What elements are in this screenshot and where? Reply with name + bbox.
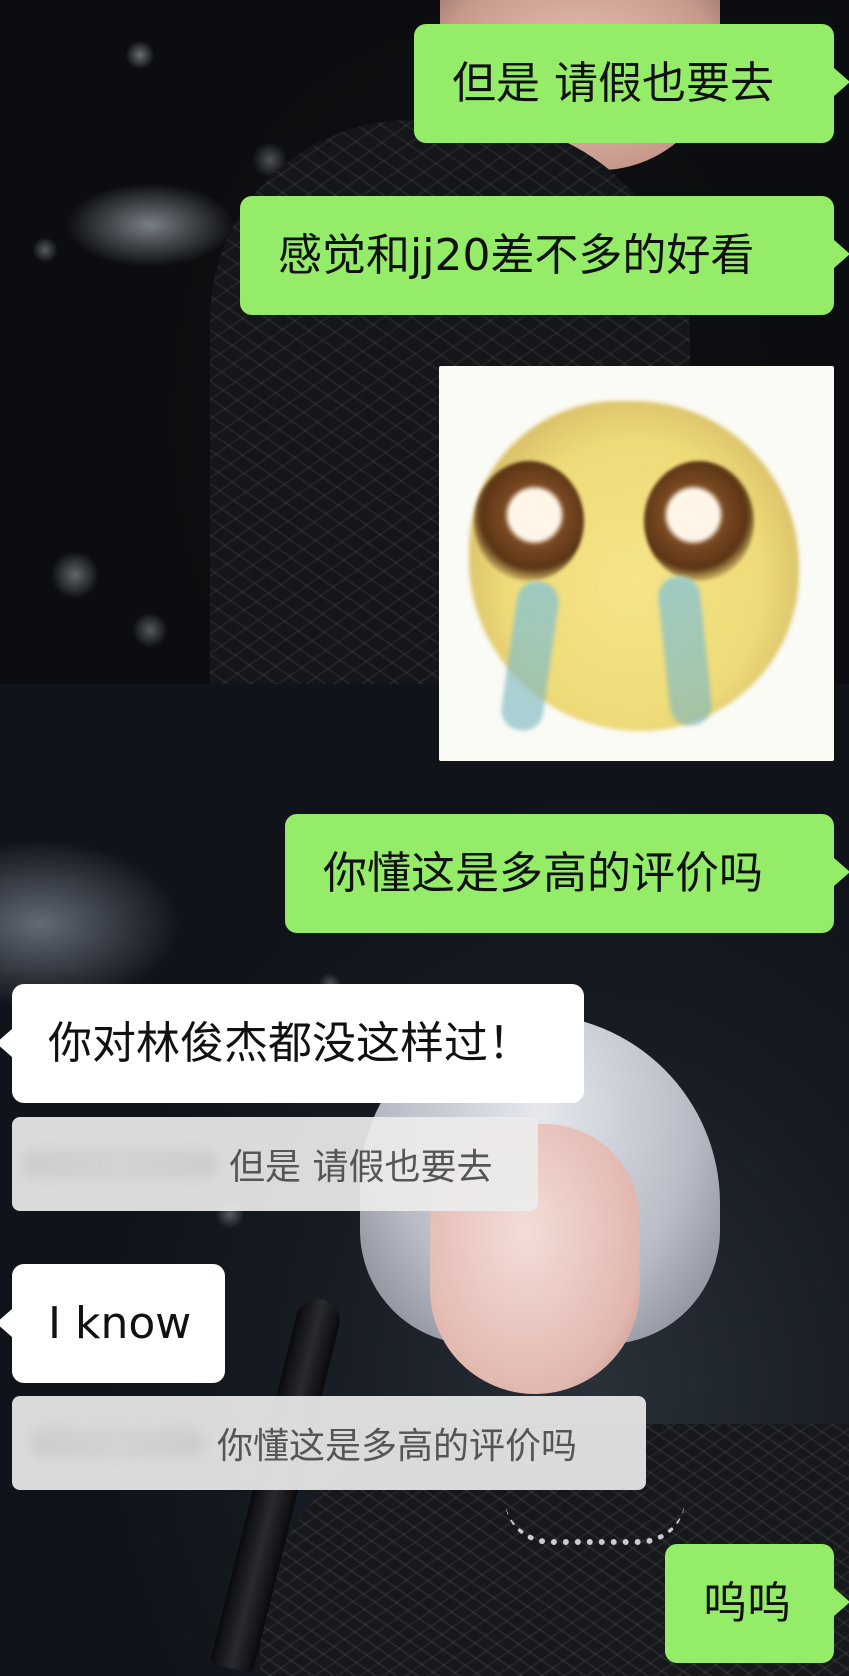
blurred-sender-name — [22, 1149, 217, 1179]
quoted-text: 你懂这是多高的评价吗 — [217, 1426, 578, 1467]
message-text: 感觉和jj20差不多的好看 — [278, 229, 755, 281]
received-message-bubble[interactable]: I know — [12, 1264, 225, 1383]
sent-message-bubble[interactable]: 呜呜 — [665, 1544, 834, 1663]
sent-message-bubble[interactable]: 你懂这是多高的评价吗 — [285, 814, 834, 933]
received-message-bubble[interactable]: 你对林俊杰都没这样过！ — [12, 984, 584, 1103]
quoted-text: 但是 请假也要去 — [229, 1147, 493, 1188]
message-text: 但是 请假也要去 — [452, 57, 774, 109]
message-text: 你对林俊杰都没这样过！ — [48, 1017, 532, 1069]
quoted-reply[interactable]: 但是 请假也要去 — [12, 1117, 538, 1211]
quoted-reply[interactable]: 你懂这是多高的评价吗 — [12, 1396, 646, 1490]
message-text: 你懂这是多高的评价吗 — [323, 847, 763, 899]
crying-yellow-face-sticker[interactable] — [439, 366, 834, 761]
message-text: I know — [48, 1297, 192, 1349]
sent-message-bubble[interactable]: 但是 请假也要去 — [414, 24, 834, 143]
message-text: 呜呜 — [703, 1577, 791, 1629]
blurred-sender-name — [30, 1428, 205, 1458]
sent-message-bubble[interactable]: 感觉和jj20差不多的好看 — [240, 196, 834, 315]
